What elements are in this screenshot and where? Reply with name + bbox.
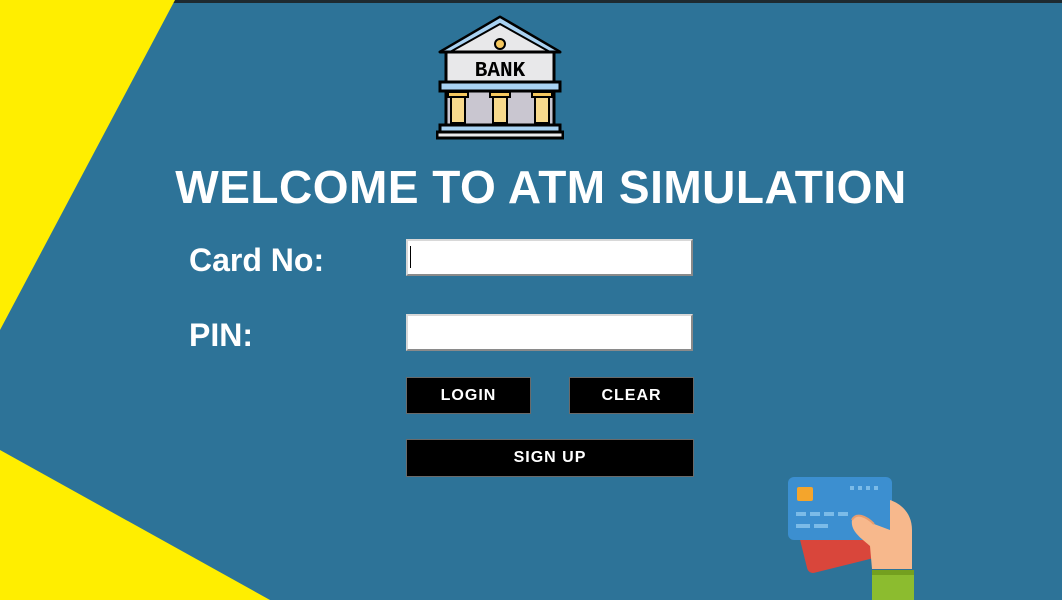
hand-holding-credit-cards-icon [786, 474, 916, 600]
pin-input[interactable] [406, 314, 693, 351]
bank-building-icon: BANK [435, 14, 565, 140]
login-button[interactable]: LOGIN [406, 377, 531, 414]
atm-login-window: BANK WELCOME TO ATM SIMULATION Card No: … [0, 0, 1062, 600]
sign-up-button[interactable]: SIGN UP [406, 439, 694, 477]
clear-button[interactable]: CLEAR [569, 377, 694, 414]
yellow-bottom-left-shape [0, 450, 270, 600]
pin-label: PIN: [189, 317, 253, 353]
card-number-label: Card No: [189, 242, 325, 278]
page-title: WELCOME TO ATM SIMULATION [175, 161, 907, 213]
text-caret [410, 246, 411, 268]
bank-logo-text: BANK [475, 60, 526, 83]
card-number-input[interactable] [406, 239, 693, 276]
